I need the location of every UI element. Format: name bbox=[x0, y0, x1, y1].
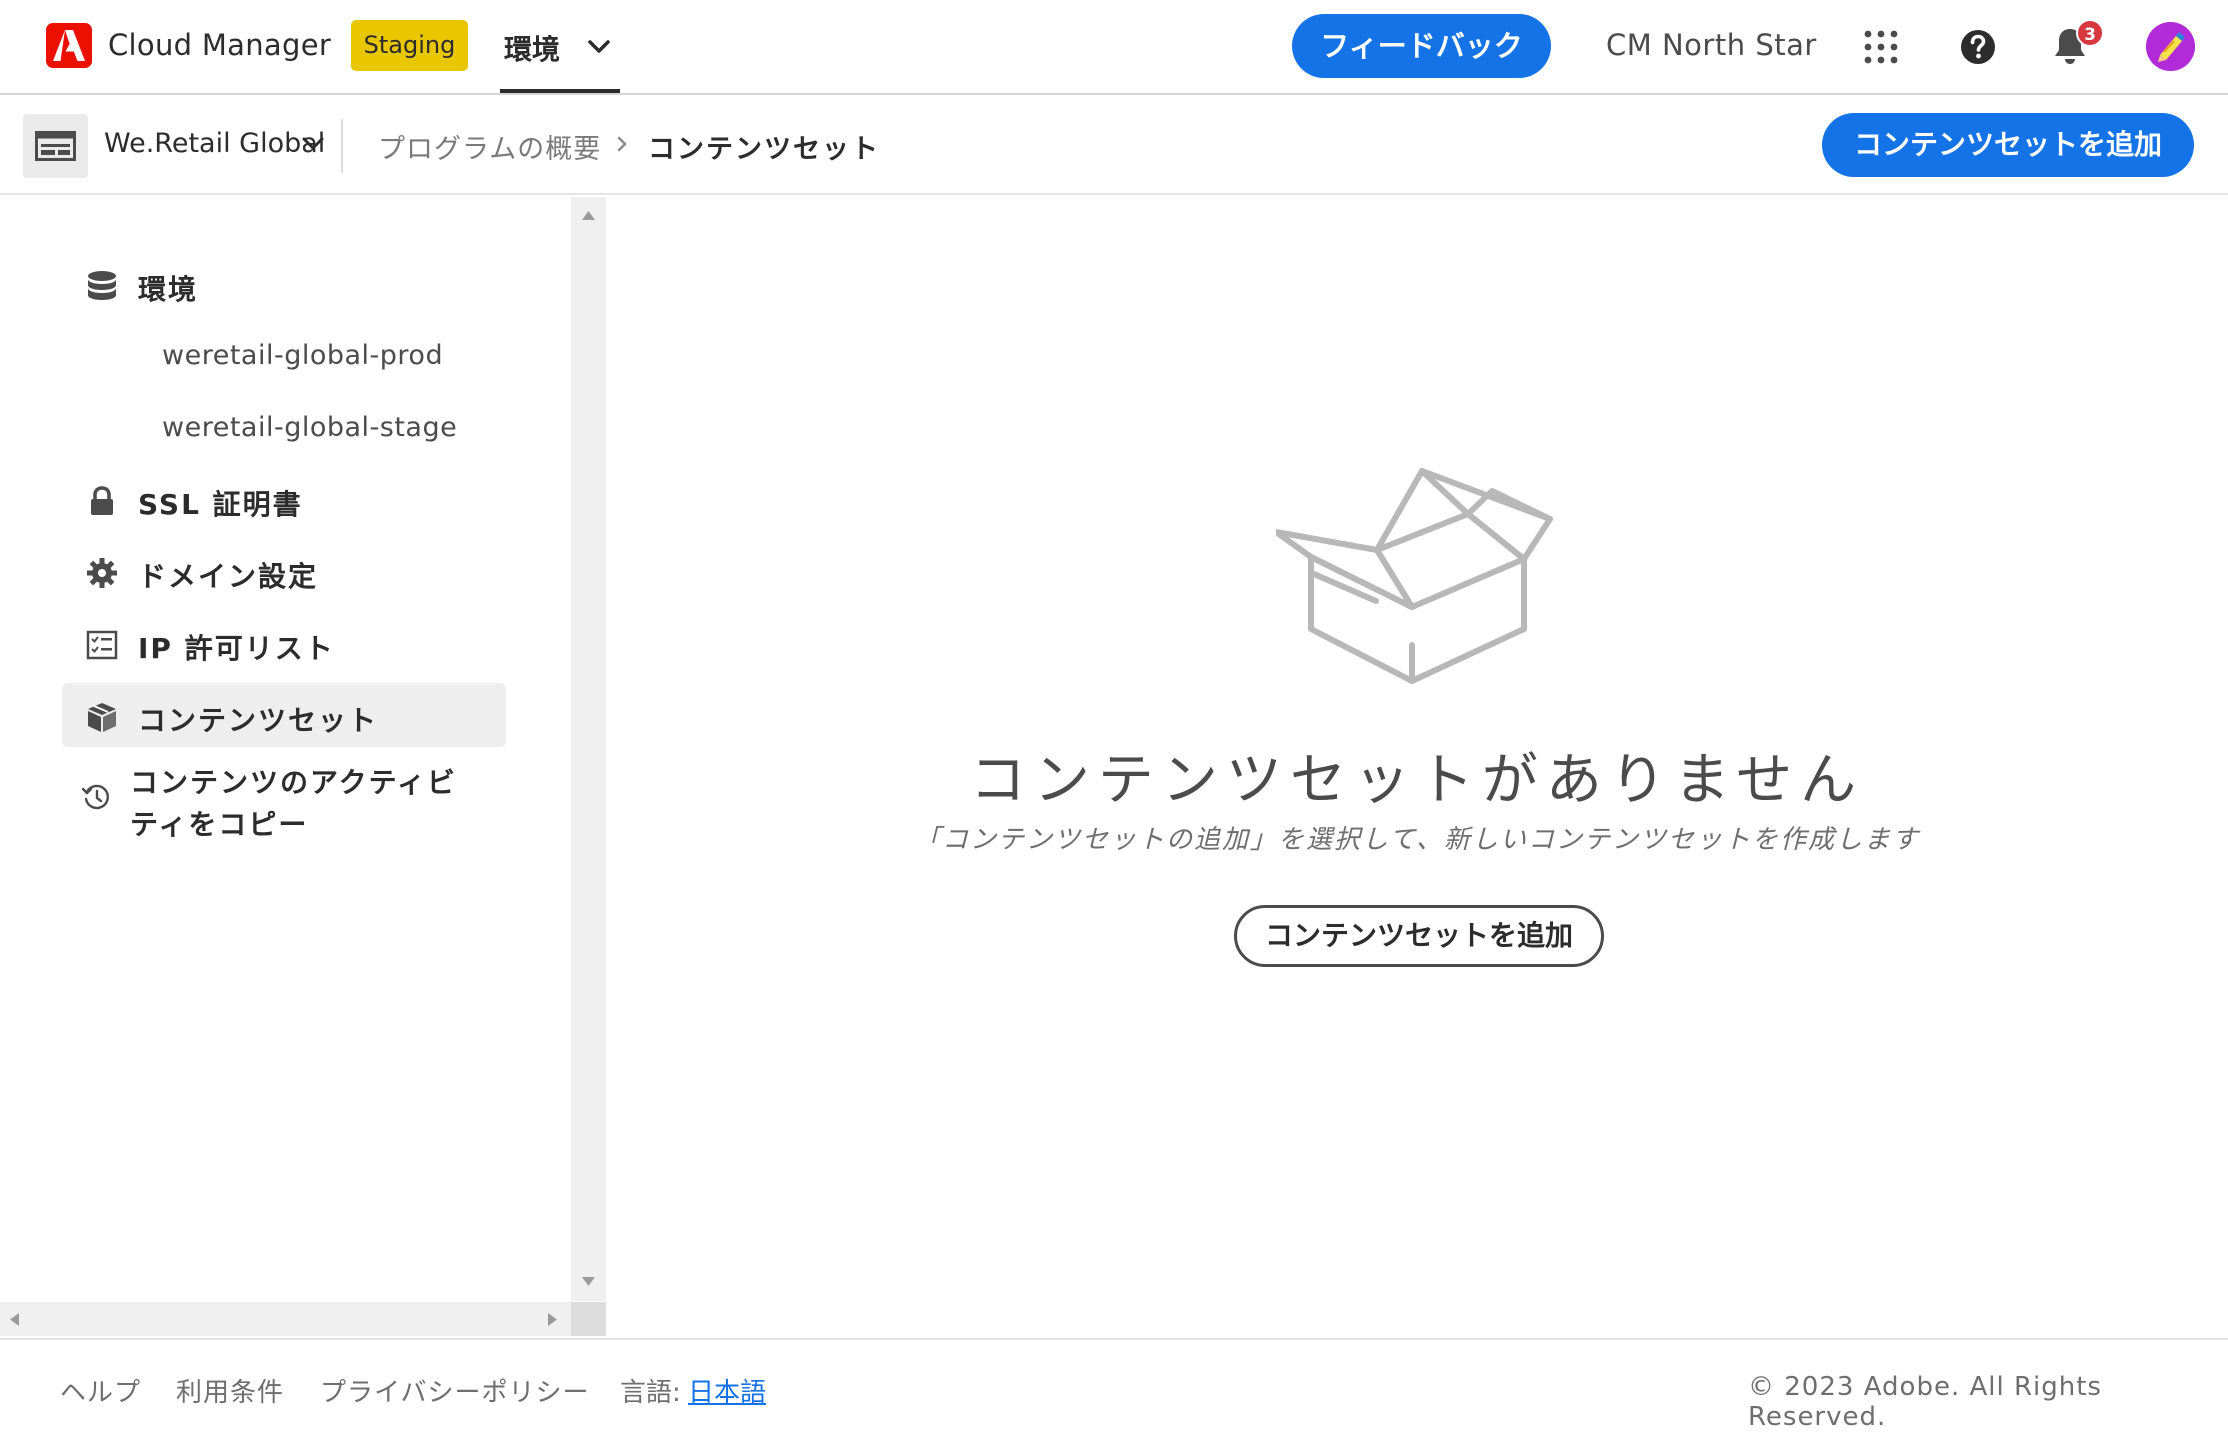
empty-state-title: コンテンツセットがありません bbox=[969, 748, 1865, 813]
feedback-button[interactable]: フィードバック bbox=[1292, 14, 1551, 78]
empty-box-illustration bbox=[1276, 468, 1553, 684]
sidebar-item-label: コンテンツのアクティビティをコピー bbox=[130, 766, 457, 841]
chevron-down-icon[interactable] bbox=[302, 137, 324, 151]
adobe-logo-icon[interactable] bbox=[46, 23, 92, 68]
sidebar-vertical-scrollbar[interactable] bbox=[571, 197, 606, 1301]
program-thumbnail[interactable] bbox=[23, 114, 88, 178]
footer-help-link[interactable]: ヘルプ bbox=[60, 1372, 141, 1409]
footer-language-label: 言語: bbox=[620, 1378, 681, 1408]
lock-icon bbox=[91, 486, 113, 515]
tab-environment-label: 環境 bbox=[504, 33, 561, 66]
notification-count-badge: 3 bbox=[2076, 19, 2104, 47]
top-navigation-bar: Cloud Manager Staging 環境 フィードバック CM Nort… bbox=[0, 0, 2228, 95]
scroll-left-arrow-icon[interactable] bbox=[10, 1313, 19, 1326]
program-layout-icon bbox=[35, 131, 76, 161]
breadcrumb-current: コンテンツセット bbox=[648, 134, 880, 165]
app-name[interactable]: Cloud Manager bbox=[108, 28, 331, 62]
chevron-down-icon[interactable] bbox=[588, 40, 610, 54]
footer: ヘルプ 利用条件 プライバシーポリシー 言語: 日本語 © 2023 Adobe… bbox=[0, 1338, 2228, 1434]
apps-grid-icon[interactable] bbox=[1864, 30, 1898, 64]
checklist-icon bbox=[86, 630, 118, 660]
tab-environment[interactable]: 環境 bbox=[500, 22, 620, 93]
org-switcher[interactable]: CM North Star bbox=[1606, 28, 1817, 62]
sidebar-item-label: ドメイン設定 bbox=[138, 560, 319, 593]
scroll-up-arrow-icon[interactable] bbox=[582, 211, 595, 220]
empty-state-description: 「コンテンツセットの追加」を選択して、新しいコンテンツセットを作成します bbox=[914, 825, 1920, 855]
breadcrumb-program-overview[interactable]: プログラムの概要 bbox=[378, 127, 601, 166]
divider bbox=[341, 119, 343, 173]
footer-language-link[interactable]: 日本語 bbox=[688, 1372, 766, 1409]
sidebar-item-label: IP 許可リスト bbox=[138, 632, 335, 665]
sidebar: 環境 weretail-global-prod weretail-global-… bbox=[0, 197, 606, 1338]
sidebar-item-label: 環境 bbox=[138, 273, 199, 306]
scroll-right-arrow-icon[interactable] bbox=[548, 1313, 557, 1326]
gear-icon bbox=[87, 558, 117, 588]
scrollbar-corner bbox=[571, 1302, 606, 1336]
sidebar-item-content-sets[interactable]: コンテンツセット bbox=[62, 683, 506, 747]
sidebar-env-stage[interactable]: weretail-global-stage bbox=[162, 412, 457, 443]
sidebar-item-environments[interactable]: 環境 bbox=[62, 252, 506, 316]
box-icon bbox=[88, 703, 116, 732]
add-content-set-button[interactable]: コンテンツセットを追加 bbox=[1822, 113, 2194, 177]
sidebar-horizontal-scrollbar[interactable] bbox=[0, 1302, 571, 1336]
help-icon[interactable] bbox=[1960, 29, 1996, 65]
footer-terms-link[interactable]: 利用条件 bbox=[176, 1372, 284, 1409]
program-header: We.Retail Global プログラムの概要 コンテンツセット コンテンツ… bbox=[0, 97, 2228, 195]
scroll-down-arrow-icon[interactable] bbox=[582, 1277, 595, 1286]
program-switcher[interactable]: We.Retail Global bbox=[104, 128, 325, 159]
sidebar-item-label: SSL 証明書 bbox=[138, 488, 303, 521]
sidebar-item-ip-allow-list[interactable]: IP 許可リスト bbox=[62, 611, 506, 675]
main-content: コンテンツセットがありません 「コンテンツセットの追加」を選択して、新しいコンテ… bbox=[606, 197, 2228, 1338]
avatar[interactable] bbox=[2146, 22, 2195, 71]
staging-badge: Staging bbox=[351, 20, 468, 71]
sidebar-item-ssl[interactable]: SSL 証明書 bbox=[62, 467, 506, 531]
sidebar-item-domain[interactable]: ドメイン設定 bbox=[62, 539, 506, 603]
add-content-set-button-empty[interactable]: コンテンツセットを追加 bbox=[1234, 905, 1604, 967]
footer-privacy-link[interactable]: プライバシーポリシー bbox=[320, 1372, 589, 1409]
history-icon bbox=[82, 784, 110, 810]
chevron-right-icon bbox=[617, 136, 627, 152]
database-icon bbox=[88, 271, 116, 300]
sidebar-env-prod[interactable]: weretail-global-prod bbox=[162, 340, 443, 371]
sidebar-item-label: コンテンツセット bbox=[138, 704, 379, 737]
footer-copyright: © 2023 Adobe. All Rights Reserved. bbox=[1748, 1372, 2102, 1432]
